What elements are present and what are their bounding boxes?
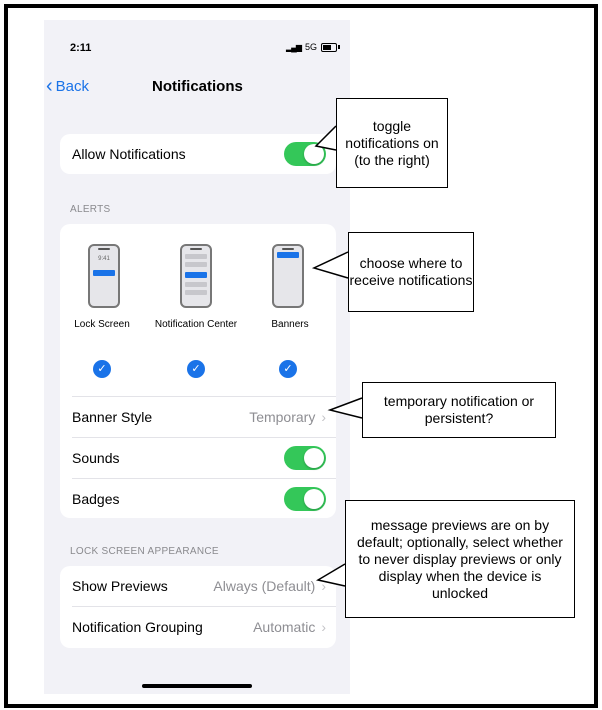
chevron-right-icon: › (321, 578, 326, 594)
sounds-label: Sounds (72, 450, 120, 466)
list-line (185, 262, 207, 267)
toggle-knob (304, 144, 324, 164)
lock-screen-appearance-group: Show Previews Always (Default) › Notific… (60, 566, 336, 648)
chevron-right-icon: › (321, 409, 326, 425)
home-indicator (142, 684, 252, 688)
network-label: 5G (304, 42, 317, 52)
show-previews-value-text: Always (Default) (213, 578, 316, 594)
list-line (185, 282, 207, 287)
callout-choose-where: choose where to receive notifications (348, 232, 474, 312)
banners-phone-icon[interactable] (272, 244, 304, 308)
toggle-knob (304, 448, 324, 468)
lock-screen-checkmark-icon[interactable]: ✓ (93, 360, 111, 378)
chevron-right-icon: › (321, 619, 326, 635)
show-previews-value[interactable]: Always (Default) › (213, 578, 326, 594)
notification-bar (185, 272, 207, 278)
badges-toggle[interactable] (284, 487, 326, 511)
notification-bar (277, 252, 299, 258)
toggle-knob (304, 489, 324, 509)
status-time: 2:11 (70, 42, 92, 54)
chevron-left-icon: ‹ (46, 75, 53, 97)
back-label: Back (55, 77, 90, 95)
banners-checkmark-icon[interactable]: ✓ (279, 360, 297, 378)
notification-bar (93, 270, 115, 276)
badges-label: Badges (72, 491, 120, 507)
list-line (185, 254, 207, 259)
battery-icon (321, 42, 337, 52)
allow-notifications-group: Allow Notifications (60, 134, 336, 174)
sounds-toggle[interactable] (284, 446, 326, 470)
back-button[interactable]: ‹ Back (46, 76, 89, 96)
status-indicators: ▂▄▆ 5G (286, 42, 340, 52)
page-title: Notifications (152, 78, 243, 95)
alerts-group: 9:41 Lock Screen ✓ Notification Center ✓ (60, 224, 336, 518)
banner-style-value[interactable]: Temporary › (249, 409, 326, 425)
notification-center-checkmark-icon[interactable]: ✓ (187, 360, 205, 378)
allow-notifications-toggle[interactable] (284, 142, 326, 166)
battery-tip-icon (338, 45, 340, 49)
lock-screen-label: Lock Screen (74, 319, 130, 330)
banner-style-label: Banner Style (72, 409, 153, 425)
list-line (185, 290, 207, 295)
phone-notch (282, 248, 294, 250)
notification-center-phone-icon[interactable] (180, 244, 212, 308)
banners-label: Banners (271, 319, 309, 330)
phone-notch (190, 248, 202, 250)
show-previews-label: Show Previews (72, 578, 168, 594)
signal-icon: ▂▄▆ (286, 42, 302, 52)
callout-temporary-or-persistent: temporary notification or persistent? (362, 382, 556, 438)
alerts-section-label: ALERTS (70, 204, 111, 215)
callout-message-previews: message previews are on by default; opti… (345, 500, 575, 618)
lock-screen-appearance-section-label: LOCK SCREEN APPEARANCE (70, 546, 219, 557)
notification-grouping-label: Notification Grouping (72, 619, 203, 635)
callout-toggle-notifications: toggle notifications on (to the right) (336, 98, 448, 188)
phone-screen: 2:11 ▂▄▆ 5G ‹ Back Notifications Allow N… (44, 20, 350, 694)
lock-screen-phone-icon[interactable]: 9:41 (88, 244, 120, 308)
lock-screen-clock: 9:41 (98, 256, 110, 262)
phone-notch (98, 248, 110, 250)
notification-grouping-value-text: Automatic (253, 619, 316, 635)
banner-style-value-text: Temporary (249, 409, 316, 425)
notification-center-label: Notification Center (154, 319, 238, 330)
notification-grouping-value[interactable]: Automatic › (253, 619, 326, 635)
allow-notifications-label: Allow Notifications (72, 146, 186, 162)
status-bar: 2:11 ▂▄▆ 5G (44, 20, 350, 66)
navigation-bar: ‹ Back Notifications (44, 76, 350, 104)
